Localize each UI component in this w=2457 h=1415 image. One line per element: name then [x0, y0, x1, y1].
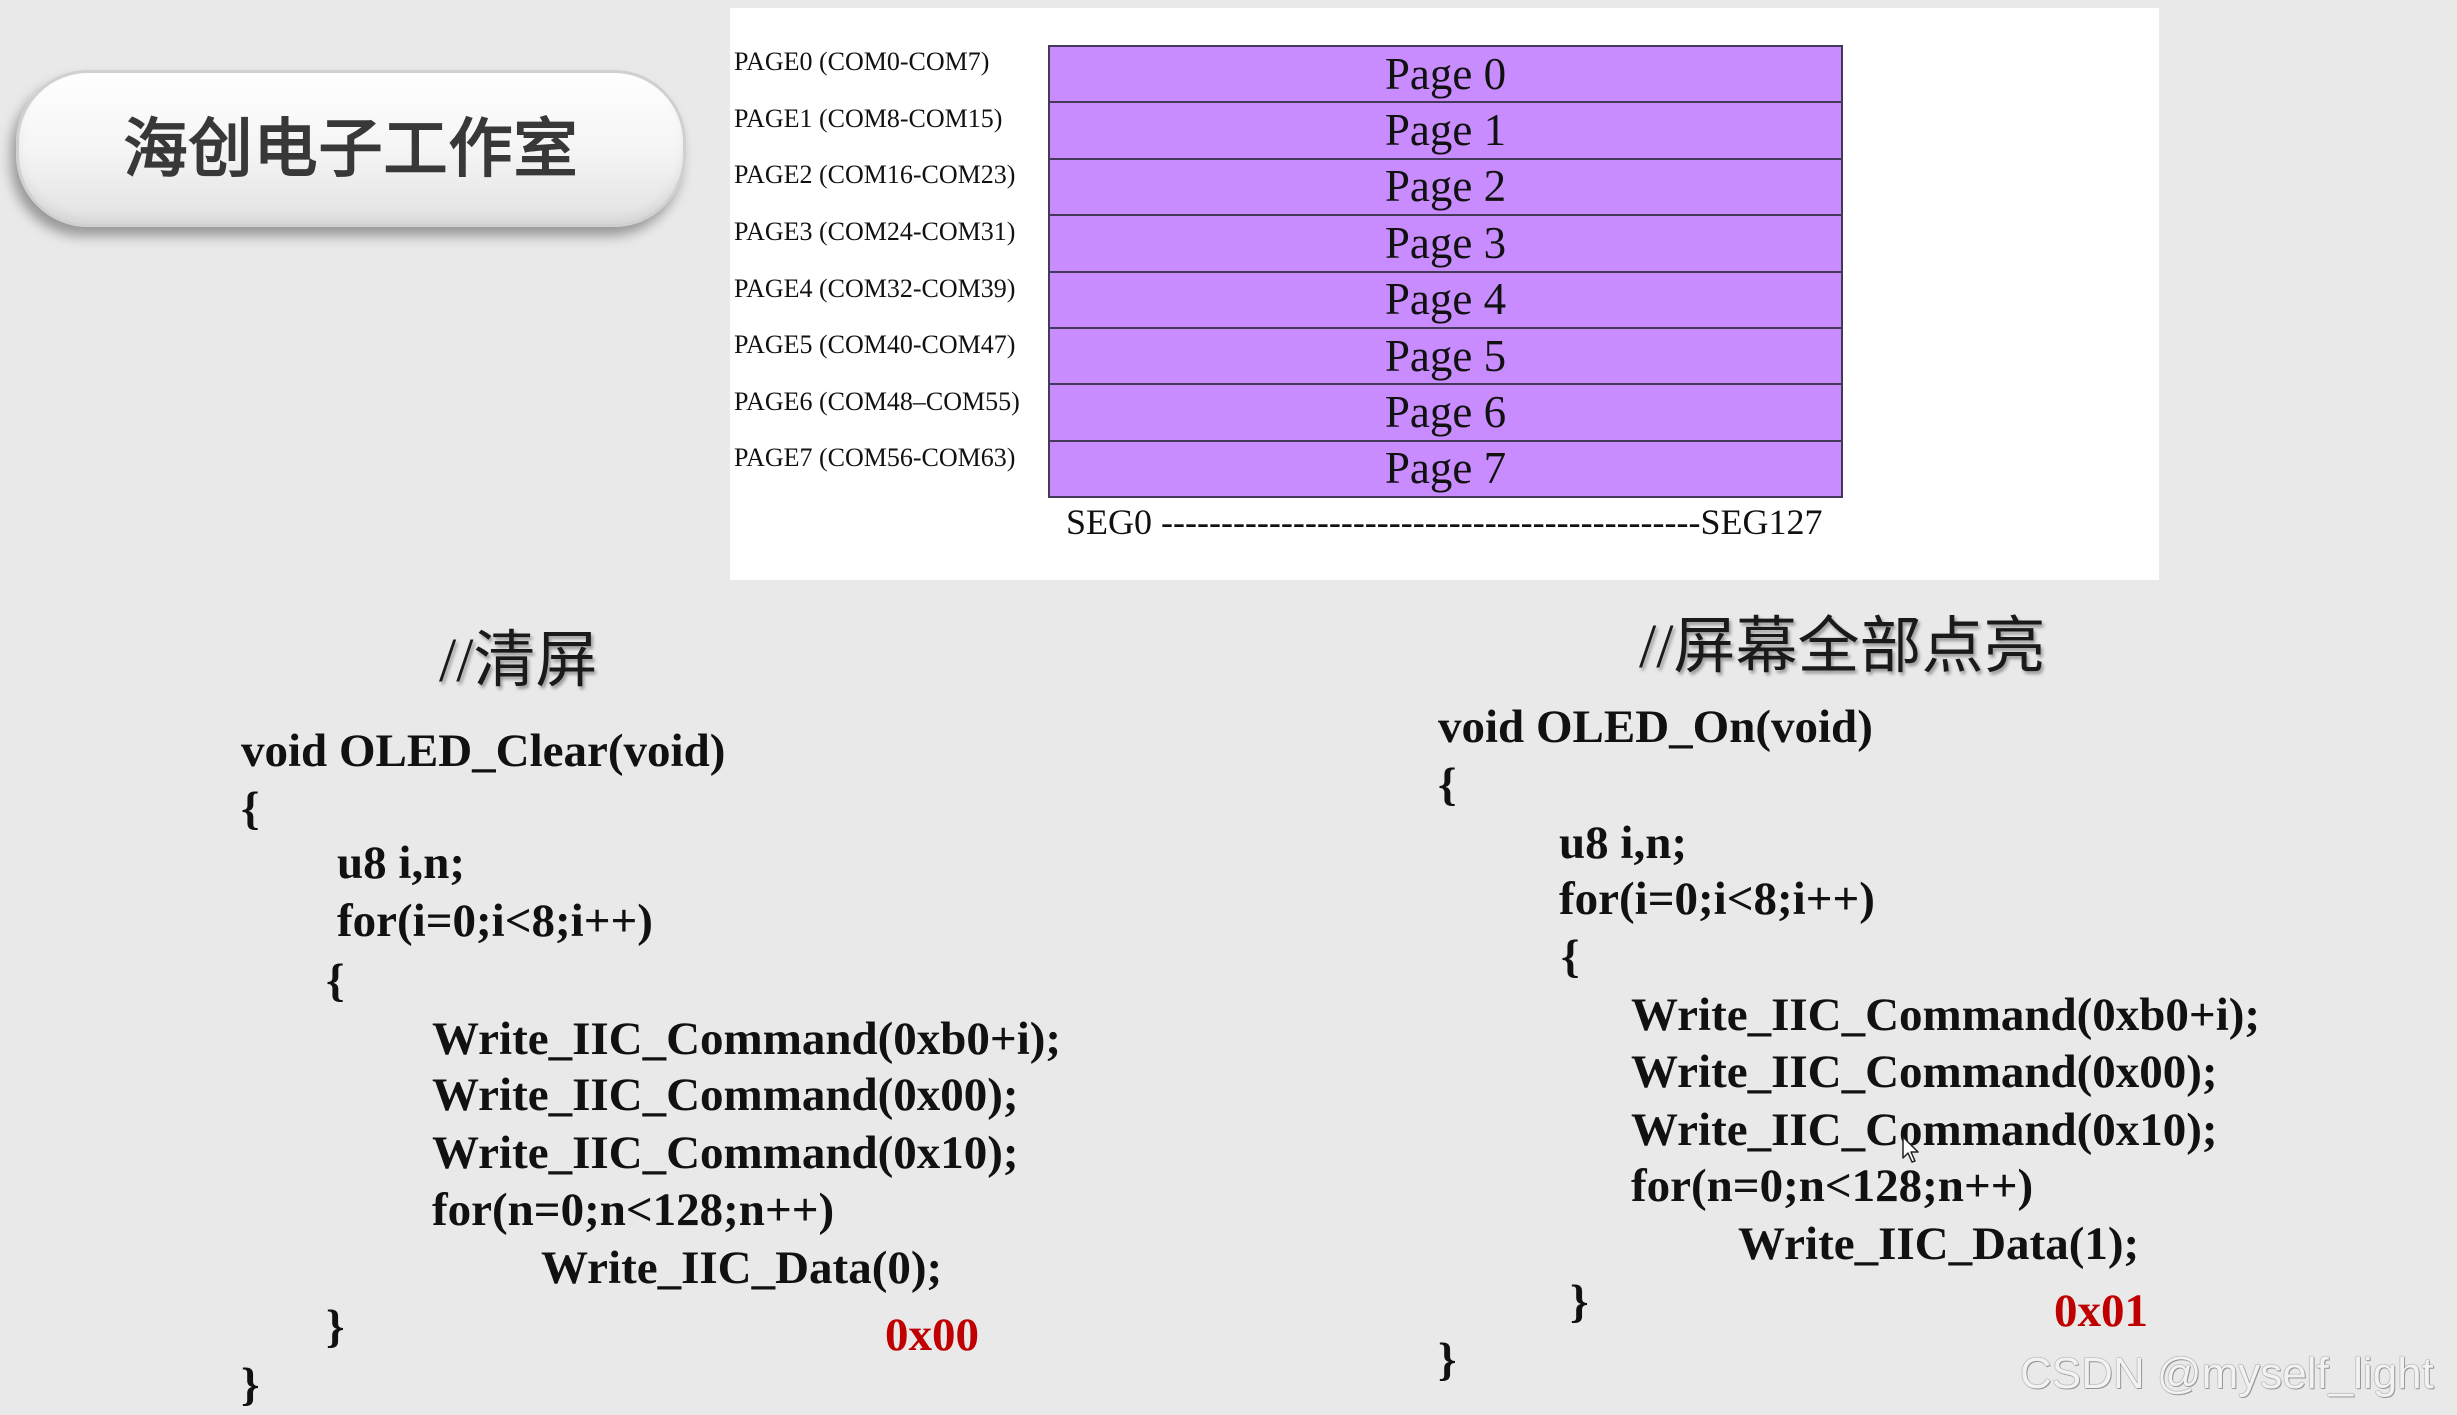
on-data-value-note: 0x01: [2054, 1285, 2148, 1337]
csdn-watermark: CSDN @myself_light: [2020, 1349, 2434, 1398]
on-column-loop-header: for(n=0;n<128;n++): [1631, 1160, 2034, 1212]
on-page-loop-header: for(i=0;i<8;i++): [1559, 873, 1875, 925]
on-set-page-command: Write_IIC_Command(0xb0+i);: [1631, 989, 2261, 1041]
on-set-high-column-command: Write_IIC_Command(0x10);: [1631, 1104, 2218, 1156]
on-function-close-brace: }: [1438, 1334, 1457, 1386]
screen-on-code-block: //屏幕全部点亮 void OLED_On(void) { u8 i,n; fo…: [0, 0, 2457, 1415]
on-function-open-brace: {: [1438, 759, 1457, 811]
on-variable-declaration: u8 i,n;: [1559, 817, 1687, 869]
on-set-low-column-command: Write_IIC_Command(0x00);: [1631, 1046, 2218, 1098]
on-function-signature: void OLED_On(void): [1438, 701, 1873, 753]
on-write-data-statement: Write_IIC_Data(1);: [1738, 1218, 2140, 1270]
slide: 海创电子工作室 PAGE0 (COM0-COM7) PAGE1 (COM8-CO…: [0, 0, 2457, 1415]
screen-on-comment: //屏幕全部点亮: [1639, 613, 2046, 681]
on-page-loop-close-brace: }: [1570, 1276, 1589, 1328]
on-page-loop-open-brace: {: [1561, 931, 1580, 983]
mouse-pointer-icon: [1902, 1136, 1919, 1163]
